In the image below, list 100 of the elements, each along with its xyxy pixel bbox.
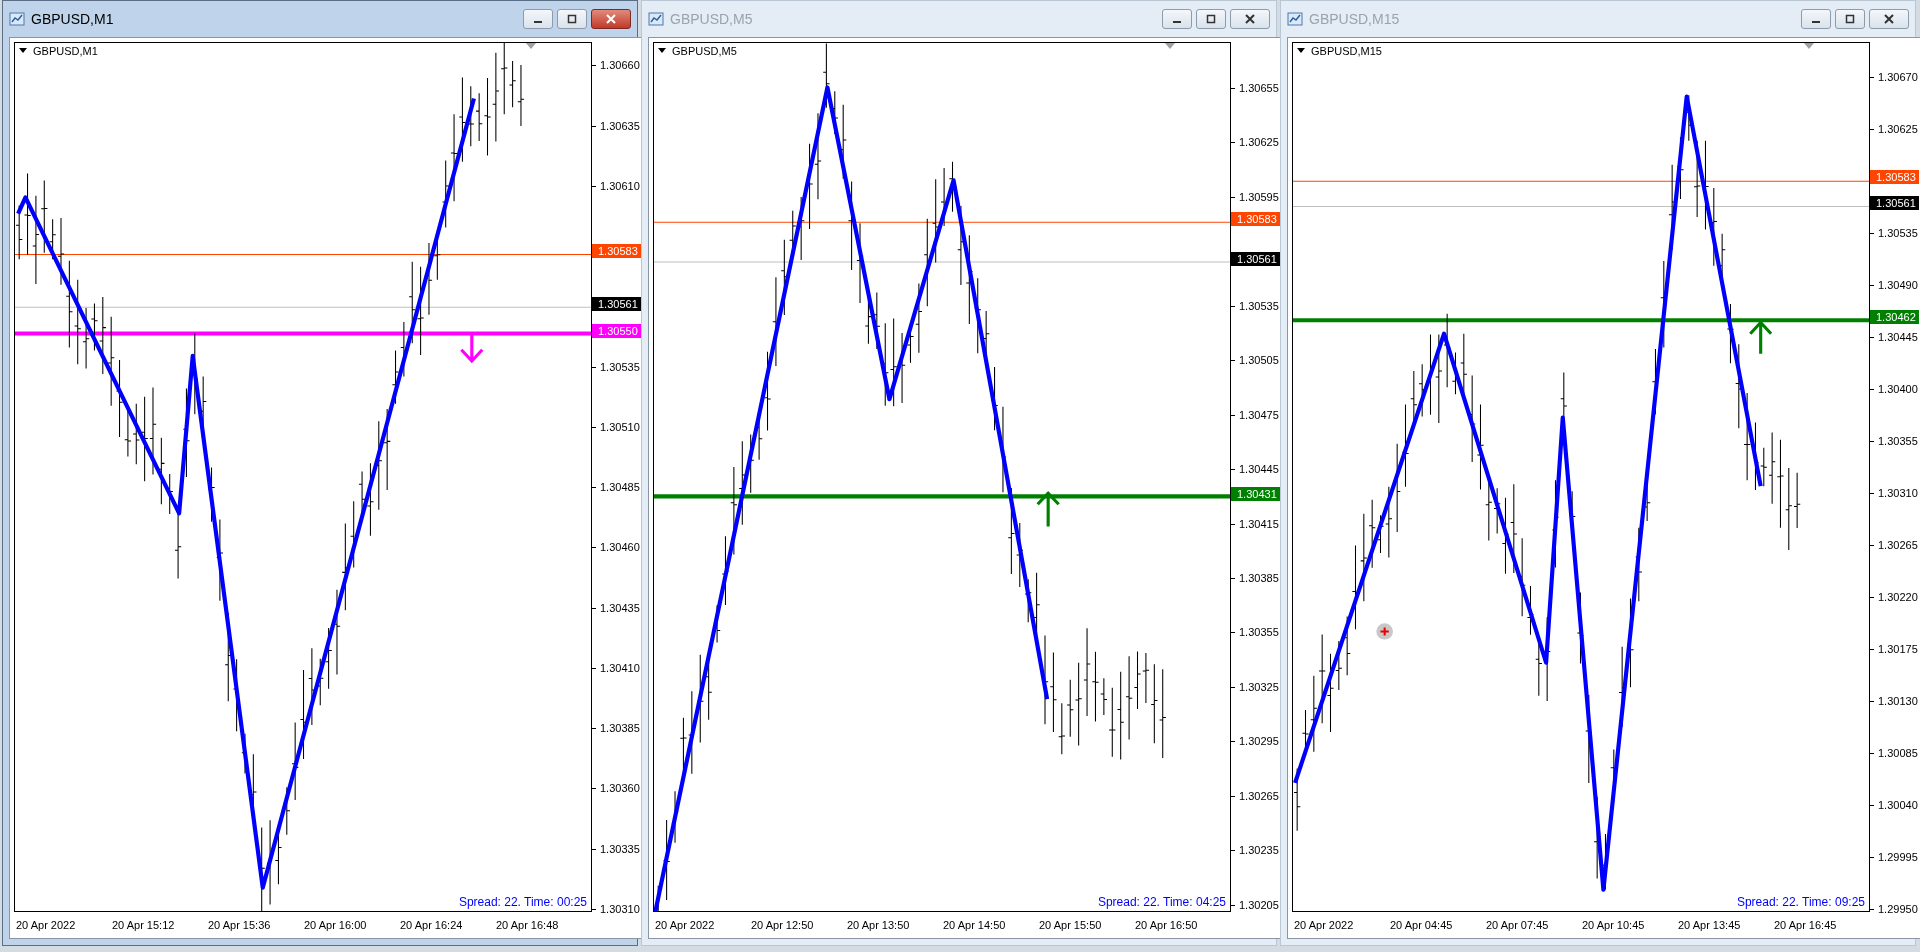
minimize-icon — [1812, 21, 1820, 23]
price-tick-label: 1.30355 — [1231, 626, 1279, 639]
time-axis-label: 20 Apr 15:36 — [208, 919, 272, 931]
price-tick-label: 1.30310 — [592, 902, 640, 915]
price-tick-label: 1.30220 — [1870, 590, 1918, 603]
price-tick-label: 1.30535 — [592, 360, 640, 373]
price-tick-label: 1.30670 — [1870, 70, 1918, 83]
price-tick-label: 1.30385 — [592, 722, 640, 735]
window-title: GBPUSD,M1 — [31, 11, 115, 27]
time-axis-label: 20 Apr 15:12 — [112, 919, 176, 931]
chart-symbol-label: GBPUSD,M1 — [33, 45, 98, 57]
price-tick-label: 1.30445 — [1870, 330, 1918, 343]
price-tick-label: 1.30235 — [1231, 844, 1279, 857]
price-label: 1.30583 — [1870, 170, 1919, 185]
time-axis-label: 20 Apr 13:50 — [847, 919, 911, 931]
maximize-button[interactable] — [1835, 9, 1865, 29]
dropdown-icon[interactable] — [19, 48, 27, 54]
window-title: GBPUSD,M5 — [670, 11, 754, 27]
price-tick-label: 1.30535 — [1870, 226, 1918, 239]
price-tick-label: 1.30410 — [592, 661, 640, 674]
price-tick-label: 1.30325 — [1231, 681, 1279, 694]
price-tick-label: 1.30040 — [1870, 798, 1918, 811]
price-tick-label: 1.30445 — [1231, 463, 1279, 476]
time-axis-label: 20 Apr 04:45 — [1390, 919, 1454, 931]
price-tick-label: 1.30175 — [1870, 642, 1918, 655]
close-button[interactable] — [591, 9, 631, 29]
chart-symbol-label: GBPUSD,M15 — [1311, 45, 1382, 57]
price-tick-label: 1.30625 — [1870, 122, 1918, 135]
maximize-button[interactable] — [1196, 9, 1226, 29]
price-tick-label: 1.30595 — [1231, 190, 1279, 203]
spread-time-label: Spread: 22. Time: 00:25 — [458, 895, 587, 909]
minimize-icon — [534, 21, 542, 23]
price-tick-label: 1.30265 — [1870, 538, 1918, 551]
price-tick-label: 1.30610 — [592, 179, 640, 192]
time-axis-label: 20 Apr 2022 — [655, 919, 716, 931]
chart-symbol-label: GBPUSD,M5 — [672, 45, 737, 57]
time-axis-label: 20 Apr 10:45 — [1582, 919, 1646, 931]
time-axis-label: 20 Apr 16:00 — [304, 919, 368, 931]
maximize-button[interactable] — [557, 9, 587, 29]
close-button[interactable] — [1869, 9, 1909, 29]
maximize-icon — [1205, 13, 1217, 25]
chart-shift-icon[interactable] — [1165, 43, 1175, 49]
price-tick-label: 1.30310 — [1870, 486, 1918, 499]
price-tick-label: 1.30435 — [592, 601, 640, 614]
price-tick-label: 1.30635 — [592, 119, 640, 132]
price-tick-label: 1.30475 — [1231, 408, 1279, 421]
dropdown-icon[interactable] — [1297, 48, 1305, 54]
price-tick-label: 1.30335 — [592, 842, 640, 855]
price-tick-label: 1.30535 — [1231, 299, 1279, 312]
time-axis-label: 20 Apr 2022 — [1294, 919, 1355, 931]
minimize-icon — [1173, 21, 1181, 23]
price-tick-label: 1.30130 — [1870, 694, 1918, 707]
close-icon — [605, 13, 617, 25]
minimize-button[interactable] — [1162, 9, 1192, 29]
price-tick-label: 1.29950 — [1870, 902, 1918, 915]
price-tick-label: 1.30510 — [592, 420, 640, 433]
time-axis-label: 20 Apr 2022 — [16, 919, 77, 931]
price-tick-label: 1.30355 — [1870, 434, 1918, 447]
price-tick-label: 1.30655 — [1231, 81, 1279, 94]
price-tick-label: 1.30205 — [1231, 898, 1279, 911]
crosshair-marker-icon — [1376, 623, 1393, 640]
time-axis-label: 20 Apr 16:48 — [496, 919, 560, 931]
price-tick-label: 1.30385 — [1231, 572, 1279, 585]
price-tick-label: 1.30265 — [1231, 789, 1279, 802]
price-tick-label: 1.30400 — [1870, 382, 1918, 395]
chart-shift-icon[interactable] — [526, 43, 536, 49]
price-tick-label: 1.29995 — [1870, 850, 1918, 863]
minimize-button[interactable] — [523, 9, 553, 29]
close-button[interactable] — [1230, 9, 1270, 29]
time-axis-label: 20 Apr 16:45 — [1774, 919, 1838, 931]
time-axis-label: 20 Apr 15:50 — [1039, 919, 1103, 931]
up-arrow-icon — [1036, 490, 1061, 528]
time-axis-label: 20 Apr 16:24 — [400, 919, 464, 931]
price-label: 1.30561 — [592, 297, 641, 312]
price-tick-label: 1.30485 — [592, 481, 640, 494]
down-arrow-icon — [459, 332, 484, 364]
time-axis-label: 20 Apr 16:50 — [1135, 919, 1199, 931]
price-tick-label: 1.30625 — [1231, 136, 1279, 149]
chart-shift-icon[interactable] — [1804, 43, 1814, 49]
price-tick-label: 1.30360 — [592, 782, 640, 795]
price-label: 1.30583 — [1231, 211, 1280, 226]
price-tick-label: 1.30295 — [1231, 735, 1279, 748]
time-axis-label: 20 Apr 12:50 — [751, 919, 815, 931]
price-label: 1.30431 — [1231, 487, 1280, 502]
price-tick-label: 1.30460 — [592, 541, 640, 554]
price-tick-label: 1.30085 — [1870, 746, 1918, 759]
price-tick-label: 1.30490 — [1870, 278, 1918, 291]
dropdown-icon[interactable] — [658, 48, 666, 54]
spread-time-label: Spread: 22. Time: 04:25 — [1097, 895, 1226, 909]
time-axis-label: 20 Apr 07:45 — [1486, 919, 1550, 931]
price-label: 1.30550 — [592, 323, 641, 338]
price-tick-label: 1.30415 — [1231, 517, 1279, 530]
price-label: 1.30561 — [1870, 195, 1919, 210]
chart-icon — [1287, 11, 1303, 27]
close-icon — [1244, 13, 1256, 25]
minimize-button[interactable] — [1801, 9, 1831, 29]
price-label: 1.30561 — [1231, 251, 1280, 266]
chart-icon — [9, 11, 25, 27]
close-icon — [1883, 13, 1895, 25]
maximize-icon — [1844, 13, 1856, 25]
